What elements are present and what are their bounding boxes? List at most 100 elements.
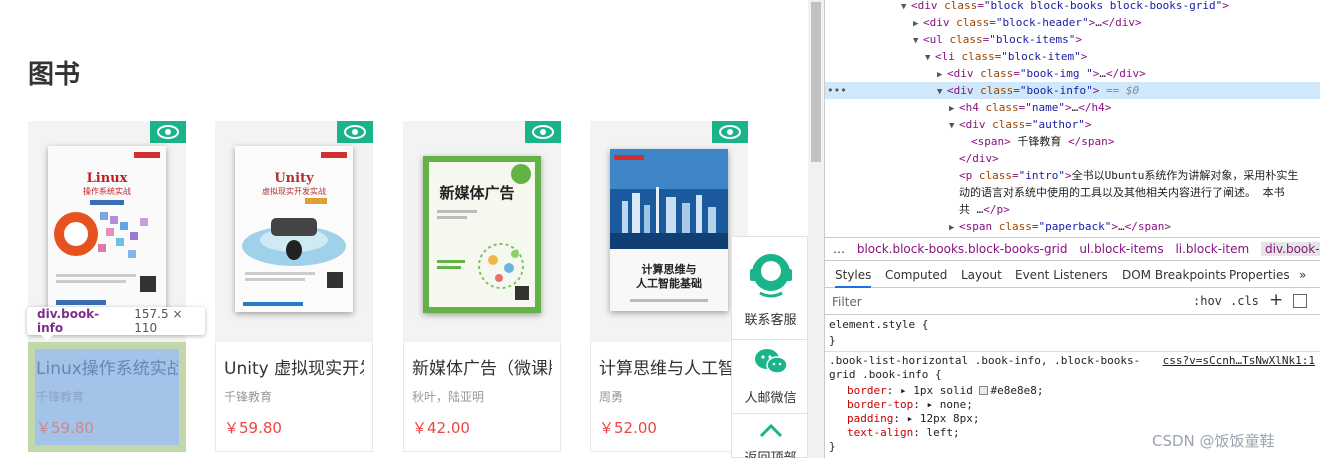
book-cover-linux: Linux 操作系统实战 xyxy=(48,146,166,312)
element-style-selector[interactable]: element.style { xyxy=(829,318,928,332)
more-tabs-button[interactable]: » xyxy=(1299,268,1306,282)
dom-node-selected[interactable]: ••• ▼ <div class="book-info"> == $0 xyxy=(825,82,1320,99)
rule-close: } xyxy=(829,334,836,347)
breadcrumb-item[interactable]: li.block-item xyxy=(1175,242,1249,256)
filter-input[interactable]: Filter xyxy=(832,295,862,309)
declaration-text-align[interactable]: text-align: left; xyxy=(847,426,960,440)
elements-tree: ▼ <div class="block block-books block-boo… xyxy=(825,0,1320,236)
book-name[interactable]: Linux操作系统实战 xyxy=(36,354,178,379)
book-card[interactable]: Unity 虚拟现实开发实战 Unity 虚拟现实开发实战 千锋教育 ￥59.8… xyxy=(215,121,373,452)
tab-layout[interactable]: Layout xyxy=(961,268,1002,282)
book-info[interactable]: 计算思维与人工智能基础 周勇 ￥52.00 xyxy=(590,342,748,452)
dom-node[interactable]: ▶ <div class="block-header">…</div> xyxy=(825,14,1320,31)
inspect-tooltip: div.book-info 157.5 × 110 xyxy=(27,307,205,341)
dom-node-text: <div class="book-img ">…</div> xyxy=(947,67,1146,80)
book-info[interactable]: Linux操作系统实战 千锋教育 ￥59.80 xyxy=(28,342,186,452)
book-card[interactable]: Linux 操作系统实战 Linux操作系统实战 千锋教育 ￥59.80 xyxy=(28,121,186,452)
book-card[interactable]: 新媒体广告 新媒体广告（微课版） 秋叶，陆亚明 ￥42.00 xyxy=(403,121,561,452)
page-scrollbar[interactable] xyxy=(808,0,824,458)
sidebar-toggle-icon[interactable] xyxy=(1293,294,1307,308)
book-info[interactable]: 新媒体广告（微课版） 秋叶，陆亚明 ￥42.00 xyxy=(403,342,561,452)
preview-eye-icon[interactable] xyxy=(712,121,748,143)
book-cover-newmedia: 新媒体广告 xyxy=(423,156,541,313)
tab-styles[interactable]: Styles xyxy=(835,268,872,288)
breadcrumb-item[interactable]: block.block-books.block-books-grid xyxy=(857,242,1068,256)
breadcrumb-item[interactable]: ul.block-items xyxy=(1079,242,1163,256)
headset-icon xyxy=(749,254,792,298)
preview-eye-icon[interactable] xyxy=(150,121,186,143)
back-to-top-button[interactable]: 返回顶部 xyxy=(732,423,808,458)
node-actions-icon[interactable]: ••• xyxy=(827,82,847,99)
divider xyxy=(732,339,808,340)
expand-toggle-icon[interactable]: ▶ xyxy=(949,220,959,236)
preview-eye-icon[interactable] xyxy=(525,121,561,143)
wechat-button[interactable]: 人邮微信 xyxy=(732,347,808,406)
declaration-border[interactable]: border: ▸ 1px solid #e8e8e8; xyxy=(847,384,1043,398)
dom-node-text: 动的语言对系统中使用的工具以及其他相关内容进行了阐述。 本书 xyxy=(959,186,1285,199)
dom-node-text: <span class="paperback">…</span> xyxy=(959,220,1171,233)
tooltip-element-name: div.book-info xyxy=(37,307,100,335)
declaration-border-top[interactable]: border-top: ▸ none; xyxy=(847,398,973,412)
breadcrumb-item-active[interactable]: div.book-info xyxy=(1261,242,1320,256)
dom-node-text: <p class="intro">全书以Ubuntu系统作为讲解对象，采用朴实生 xyxy=(959,169,1299,182)
dom-node-text: <div class="book-info"> == $0 xyxy=(947,84,1140,97)
dom-node[interactable]: ▼ <div class="block block-books block-boo… xyxy=(825,0,1320,14)
dom-node[interactable]: ▼ <div class="author"> xyxy=(825,116,1320,133)
dom-node[interactable]: ▶ <h4 class="name">…</h4> xyxy=(825,99,1320,116)
tab-computed[interactable]: Computed xyxy=(885,268,947,282)
book-price: ￥52.00 xyxy=(599,419,657,437)
cover-title: 新媒体广告 xyxy=(439,184,514,202)
devtools-panel: ▼ <div class="block block-books block-boo… xyxy=(824,0,1320,458)
dom-node[interactable]: 动的语言对系统中使用的工具以及其他相关内容进行了阐述。 本书 xyxy=(825,184,1320,201)
divider xyxy=(732,413,808,414)
rule-selector[interactable]: .book-list-horizontal .book-info, .block… xyxy=(829,354,1140,368)
dom-node[interactable]: ▼ <ul class="block-items"> xyxy=(825,31,1320,48)
book-name[interactable]: 计算思维与人工智能基础 xyxy=(599,354,739,379)
dom-node[interactable]: ▶ <span class="paperback">…</span> xyxy=(825,218,1320,235)
book-card[interactable]: 计算思维与人工智能基础 计算思维与人工智能基础 周勇 ￥52.00 xyxy=(590,121,748,452)
tab-dom-breakpoints[interactable]: DOM Breakpoints xyxy=(1122,268,1226,282)
dom-node[interactable]: <p class="intro">全书以Ubuntu系统作为讲解对象，采用朴实生 xyxy=(825,167,1320,184)
dom-node[interactable]: <span> 千锋教育 </span> xyxy=(825,133,1320,150)
book-cover-unity: Unity 虚拟现实开发实战 xyxy=(235,146,353,312)
book-name[interactable]: 新媒体广告（微课版） xyxy=(412,354,552,379)
book-price: ￥42.00 xyxy=(412,419,470,437)
dom-node-text: <li class="block-item"> xyxy=(935,50,1088,63)
tab-event-listeners[interactable]: Event Listeners xyxy=(1015,268,1108,282)
section-title: 图书 xyxy=(28,60,81,90)
dom-node[interactable]: 共 …</p> xyxy=(825,201,1320,218)
watermark: CSDN @饭饭童鞋 xyxy=(1152,432,1275,450)
customer-service-label: 联系客服 xyxy=(744,313,797,328)
new-rule-button[interactable]: + xyxy=(1269,290,1283,310)
styles-filter-bar: Filter :hov .cls + xyxy=(825,289,1320,315)
book-author: 千锋教育 xyxy=(36,390,85,404)
chevron-up-icon xyxy=(759,423,782,438)
book-info[interactable]: Unity 虚拟现实开发实战 千锋教育 ￥59.80 xyxy=(215,342,373,452)
customer-service-button[interactable]: 联系客服 xyxy=(732,249,808,328)
wechat-icon xyxy=(754,349,788,374)
dom-node-text: <div class="block block-books block-book… xyxy=(911,0,1229,12)
preview-eye-icon[interactable] xyxy=(337,121,373,143)
breadcrumb: … block.block-books.block-books-grid ul.… xyxy=(825,237,1320,261)
cover-title: Linux xyxy=(87,171,128,186)
dom-node[interactable]: </div> xyxy=(825,150,1320,167)
tab-properties[interactable]: Properties xyxy=(1229,268,1290,282)
stylesheet-link[interactable]: css?v=sCcnh…TsNwXlNk1:1 xyxy=(1163,354,1315,367)
book-cover-computing: 计算思维与人工智能基础 xyxy=(610,149,728,311)
scrollbar-thumb[interactable] xyxy=(811,2,821,162)
class-toggle-button[interactable]: .cls xyxy=(1230,294,1259,308)
book-image-box[interactable]: Unity 虚拟现实开发实战 xyxy=(215,121,373,342)
cover-subtitle: 操作系统实战 xyxy=(83,186,131,196)
book-image-box[interactable]: 新媒体广告 xyxy=(403,121,561,342)
book-price: ￥59.80 xyxy=(36,419,94,437)
book-name[interactable]: Unity 虚拟现实开发实战 xyxy=(224,354,364,379)
book-image-box[interactable]: 计算思维与人工智能基础 xyxy=(590,121,748,342)
dom-node[interactable]: ▶ <div class="book-img ">…</div> xyxy=(825,65,1320,82)
dom-node[interactable]: ▼ <li class="block-item"> xyxy=(825,48,1320,65)
declaration-padding[interactable]: padding: ▸ 12px 8px; xyxy=(847,412,979,426)
divider xyxy=(825,351,1320,352)
color-swatch[interactable] xyxy=(979,386,989,395)
hover-state-button[interactable]: :hov xyxy=(1193,294,1222,308)
breadcrumb-item[interactable]: … xyxy=(833,242,845,256)
rule-selector[interactable]: grid .book-info { xyxy=(829,368,942,382)
